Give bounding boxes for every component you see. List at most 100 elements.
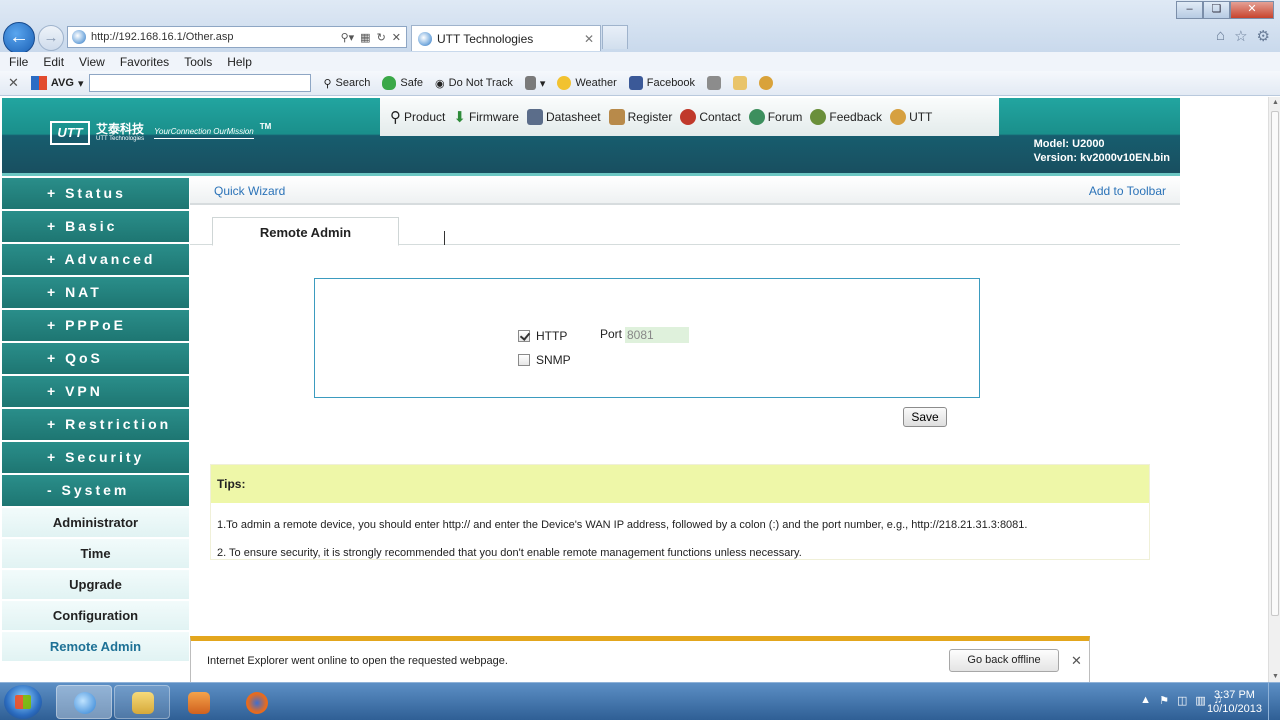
notepad-icon [733, 76, 748, 90]
refresh-icon[interactable]: ↻ [377, 31, 386, 44]
nav-datasheet[interactable]: Datasheet [526, 109, 601, 125]
save-button[interactable]: Save [903, 407, 947, 427]
content-toolbar: Quick Wizard Add to Toolbar [190, 177, 1180, 205]
nav-product[interactable]: ⚲ Product [390, 108, 445, 126]
minimize-button[interactable]: – [1176, 1, 1203, 19]
notification-bar: Internet Explorer went online to open th… [190, 636, 1090, 682]
url-text[interactable]: http://192.168.16.1/Other.asp [91, 31, 341, 43]
favorites-star-icon[interactable]: ☆ [1234, 27, 1247, 45]
toolbar-search-input[interactable] [89, 74, 312, 92]
start-button[interactable] [4, 685, 42, 719]
windows-taskbar: ▲ ⚑ ◫ ▥ ♫ 3:37 PM 10/10/2013 [0, 682, 1280, 720]
menu-edit[interactable]: Edit [43, 55, 64, 69]
port-input[interactable] [625, 327, 689, 343]
nav-contact[interactable]: Contact [680, 109, 741, 125]
router-header: UTT 艾泰科技 UTT Technologies YourConnection… [2, 98, 1180, 173]
toolbar-chat-button[interactable] [759, 76, 774, 90]
sidebar-item-security[interactable]: + Security [2, 442, 189, 473]
signal-icon[interactable]: ▥ [1195, 694, 1205, 707]
taskbar-media-player[interactable] [170, 685, 226, 719]
show-desktop-button[interactable] [1268, 683, 1280, 720]
remote-admin-form: HTTP SNMP Port [314, 278, 980, 398]
toolbar-search-button[interactable]: ⚲ Search [323, 77, 370, 90]
taskbar-explorer[interactable] [114, 685, 170, 719]
trash-icon [524, 76, 536, 90]
logo-slogan: YourConnection OurMission [154, 127, 254, 139]
compatibility-icon[interactable]: ▦ [360, 31, 370, 44]
menu-view[interactable]: View [79, 55, 105, 69]
taskbar-ie[interactable] [56, 685, 112, 719]
sidebar-item-system[interactable]: - System [2, 475, 189, 506]
sidebar-item-pppoe[interactable]: + PPPoE [2, 310, 189, 341]
ie-page-icon [418, 31, 432, 46]
maximize-button[interactable]: ❏ [1203, 1, 1230, 19]
facebook-icon [628, 76, 643, 90]
new-tab-button[interactable] [602, 25, 628, 49]
back-button[interactable]: ← [3, 22, 35, 54]
sidebar-item-nat[interactable]: + NAT [2, 277, 189, 308]
sidebar-item-status[interactable]: + Status [2, 178, 189, 209]
scroll-down-icon[interactable]: ▼ [1272, 673, 1279, 680]
sidebar-sub-configuration[interactable]: Configuration [2, 601, 189, 630]
gear-icon[interactable]: ⚙ [1257, 27, 1270, 45]
menu-tools[interactable]: Tools [184, 55, 212, 69]
page-scrollbar[interactable]: ▲ ▼ [1268, 97, 1280, 682]
avg-logo-icon [30, 76, 47, 90]
sidebar-sub-upgrade[interactable]: Upgrade [2, 570, 189, 599]
taskbar-clock[interactable]: 3:37 PM 10/10/2013 [1207, 688, 1262, 716]
toolbar-facebook-button[interactable]: Facebook [628, 76, 695, 90]
sidebar-item-restriction[interactable]: + Restriction [2, 409, 189, 440]
menu-favorites[interactable]: Favorites [120, 55, 169, 69]
sidebar-sub-time[interactable]: Time [2, 539, 189, 568]
search-icon[interactable]: ⚲▾ [341, 31, 355, 44]
model-info: Model: U2000 Version: kv2000v10EN.bin [1034, 137, 1170, 165]
http-checkbox[interactable] [518, 330, 530, 342]
home-icon[interactable]: ⌂ [1216, 27, 1225, 45]
taskbar-firefox[interactable] [228, 685, 284, 719]
eye-icon: ◉ [435, 77, 445, 90]
nav-utt[interactable]: UTT [890, 109, 932, 125]
version-text: Version: kv2000v10EN.bin [1033, 152, 1170, 164]
nav-feedback[interactable]: Feedback [810, 109, 882, 125]
address-bar[interactable]: http://192.168.16.1/Other.asp ⚲▾ ▦ ↻ ✕ [67, 26, 407, 48]
sidebar-item-basic[interactable]: + Basic [2, 211, 189, 242]
menu-help[interactable]: Help [227, 55, 252, 69]
close-tab-icon[interactable]: ✕ [584, 32, 594, 46]
browser-tab[interactable]: UTT Technologies ✕ [411, 25, 601, 51]
arrow-right-icon: → [43, 29, 59, 46]
toolbar-safe-button[interactable]: Safe [382, 76, 423, 90]
close-icon[interactable]: ✕ [1071, 653, 1082, 669]
nav-forum[interactable]: Forum [748, 109, 802, 125]
flag-icon[interactable]: ⚑ [1159, 694, 1169, 707]
port-label: Port [600, 327, 623, 341]
nav-firmware[interactable]: ⬇ Firmware [453, 108, 519, 126]
snmp-checkbox[interactable] [518, 354, 530, 366]
scroll-thumb[interactable] [1271, 111, 1279, 616]
close-window-button[interactable]: ✕ [1230, 1, 1274, 19]
menu-file[interactable]: File [9, 55, 28, 69]
sidebar-item-vpn[interactable]: + VPN [2, 376, 189, 407]
tray-arrow-icon[interactable]: ▲ [1140, 694, 1151, 707]
sidebar-sub-administrator[interactable]: Administrator [2, 508, 189, 537]
nav-register[interactable]: Register [608, 109, 672, 125]
tab-remote-admin[interactable]: Remote Admin [212, 217, 399, 246]
forward-button[interactable]: → [38, 25, 64, 51]
sidebar-item-qos[interactable]: + QoS [2, 343, 189, 374]
add-to-toolbar-link[interactable]: Add to Toolbar [1089, 184, 1166, 198]
go-back-offline-button[interactable]: Go back offline [949, 649, 1059, 672]
sidebar-item-advanced[interactable]: + Advanced [2, 244, 189, 275]
toolbar-weather-button[interactable]: Weather [557, 76, 617, 90]
scroll-up-icon[interactable]: ▲ [1272, 99, 1279, 106]
quick-wizard-link[interactable]: Quick Wizard [214, 184, 285, 198]
network-adapter-icon[interactable]: ◫ [1177, 694, 1187, 707]
toolbar-notes-button[interactable] [733, 76, 748, 90]
avg-menu[interactable]: AVG ▾ [30, 76, 83, 90]
toolbar-do-not-track-button[interactable]: ◉ Do Not Track [435, 77, 513, 90]
sidebar-sub-remote-admin[interactable]: Remote Admin [2, 632, 189, 661]
close-toolbar-icon[interactable]: ✕ [8, 75, 19, 91]
shield-icon [382, 76, 397, 90]
toolbar-trash-button[interactable]: ▾ [524, 76, 545, 90]
stop-icon[interactable]: ✕ [392, 31, 401, 44]
toolbar-calculator-button[interactable] [707, 76, 722, 90]
web-page: UTT 艾泰科技 UTT Technologies YourConnection… [0, 97, 1268, 682]
